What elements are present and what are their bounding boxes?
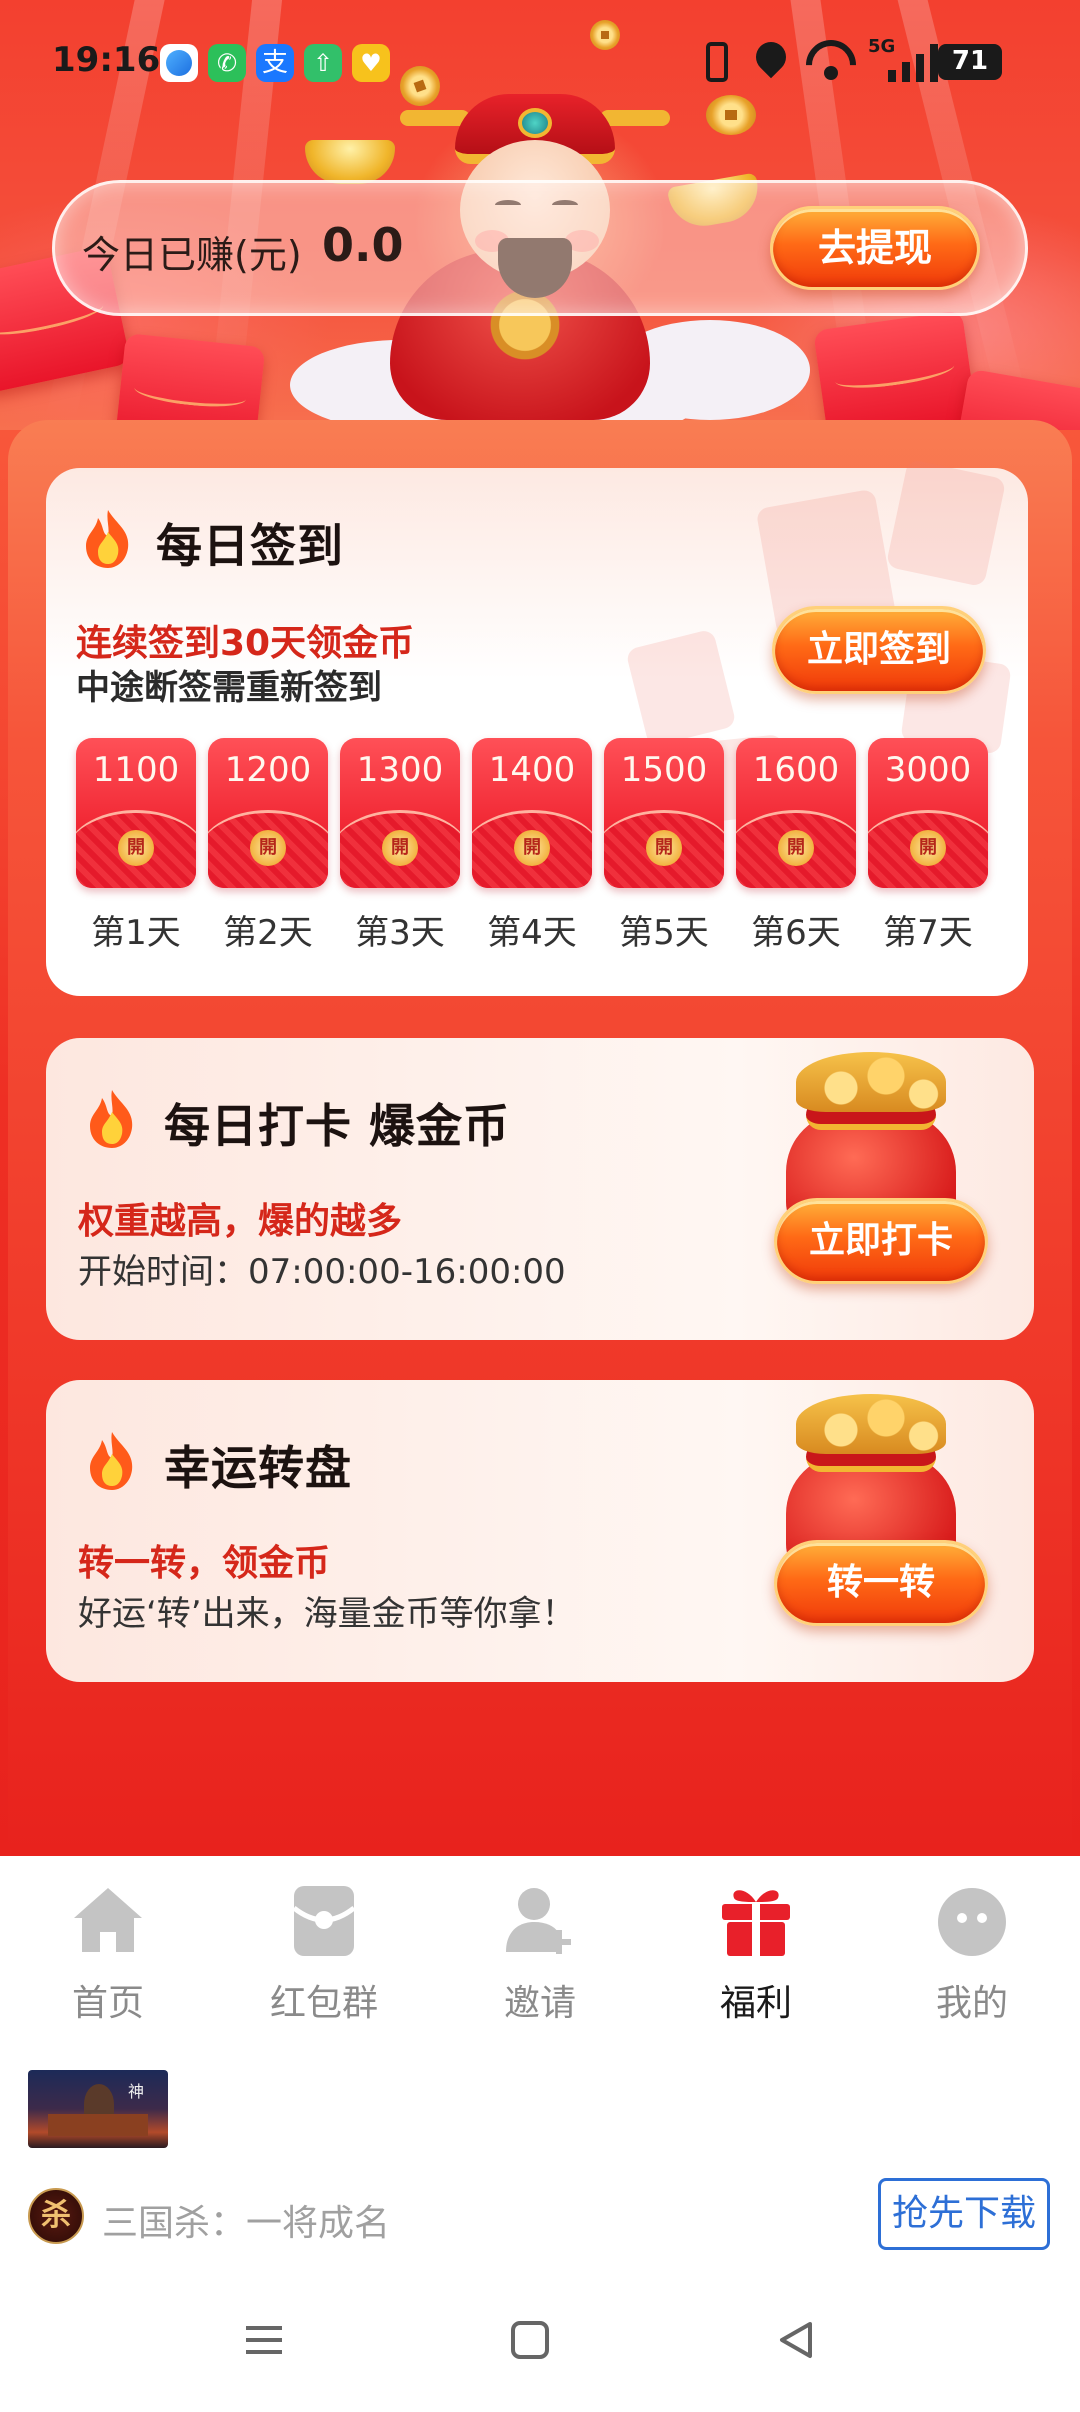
nav-label-home: 首页	[71, 1983, 144, 2024]
daily-signin-note: 中途断签需重新签到	[76, 668, 382, 708]
earnings-value: 0.0	[322, 218, 404, 272]
envelope-seal-icon: 開	[646, 830, 682, 866]
ad-app-avatar: 杀	[28, 2188, 84, 2244]
withdraw-button[interactable]: 去提现	[770, 206, 980, 290]
lucky-wheel-title: 幸运转盘	[164, 1441, 352, 1495]
battery-level: 71	[951, 46, 989, 76]
nav-item-red-packet[interactable]: 红包群	[244, 1880, 404, 2024]
envelope-seal-icon: 開	[910, 830, 946, 866]
status-bar: 19:16 ✆ 支 ⇧ ♥ 5G 71	[0, 0, 1080, 120]
ad-image[interactable]: 神	[28, 2070, 168, 2148]
envelope-seal-icon: 開	[514, 830, 550, 866]
red-packet-icon	[292, 1886, 356, 1956]
location-icon	[749, 35, 793, 79]
earnings-label: 今日已赚(元)	[82, 233, 302, 277]
upload-icon: ⇧	[304, 44, 342, 82]
ad-download-button[interactable]: 抢先下载	[878, 2178, 1050, 2250]
signal-icon	[888, 44, 940, 82]
daily-checkin-time: 开始时间：07:00:00-16:00:00	[78, 1252, 566, 1292]
nav-label-invite: 邀请	[503, 1983, 576, 2024]
daily-signin-subtitle: 连续签到30天领金币	[76, 623, 415, 664]
phone-icon: ✆	[208, 44, 246, 82]
flame-icon	[90, 1432, 133, 1490]
nav-item-invite[interactable]: 邀请	[460, 1880, 620, 2024]
reward-amount: 1200	[224, 750, 312, 790]
envelope-seal-icon: 開	[382, 830, 418, 866]
profile-icon	[938, 1888, 1006, 1956]
reward-day-label: 第3天	[355, 913, 445, 953]
reward-amount: 1600	[752, 750, 840, 790]
battery-icon: 71	[938, 44, 1002, 80]
nav-item-profile[interactable]: 我的	[892, 1880, 1052, 2024]
hero-red-envelope-decor	[114, 332, 266, 430]
reward-day-label: 第6天	[751, 913, 841, 953]
browser-icon	[160, 44, 198, 82]
reward-amount: 3000	[884, 750, 972, 790]
checkin-button[interactable]: 立即打卡	[774, 1198, 988, 1284]
ad-title[interactable]: 三国杀：一将成名	[102, 2194, 390, 2246]
back-icon[interactable]	[766, 2310, 826, 2370]
reward-day-label: 第4天	[487, 913, 577, 953]
home-icon	[74, 1888, 142, 1952]
lucky-wheel-subtitle: 转一转，领金币	[78, 1543, 331, 1584]
heart-app-icon: ♥	[352, 44, 390, 82]
home-square-icon[interactable]	[500, 2310, 560, 2370]
reward-day-label: 第7天	[883, 913, 973, 953]
invite-user-icon	[506, 1888, 571, 1954]
alipay-icon: 支	[256, 44, 294, 82]
nav-label-welfare: 福利	[719, 1983, 792, 2024]
reward-day-label: 第5天	[619, 913, 709, 953]
reward-day-label: 第1天	[91, 913, 181, 953]
vibrate-icon	[706, 42, 728, 82]
hero-red-envelope-decor	[813, 310, 977, 430]
signin-button[interactable]: 立即签到	[772, 606, 986, 694]
envelope-seal-icon: 開	[778, 830, 814, 866]
flame-icon	[90, 1090, 133, 1148]
reward-day-label: 第2天	[223, 913, 313, 953]
lucky-wheel-description: 好运‘转’出来，海量金币等你拿！	[78, 1594, 576, 1634]
envelope-seal-icon: 開	[250, 830, 286, 866]
spin-button[interactable]: 转一转	[774, 1540, 988, 1626]
nav-item-welfare[interactable]: 福利	[676, 1880, 836, 2024]
gift-icon	[722, 1890, 790, 1956]
daily-signin-title: 每日签到	[156, 519, 344, 573]
signin-reward-envelope: 1100 開	[76, 738, 196, 888]
reward-amount: 1400	[488, 750, 576, 790]
reward-amount: 1500	[620, 750, 708, 790]
daily-checkin-title: 每日打卡 爆金币	[164, 1099, 511, 1153]
reward-amount: 1300	[356, 750, 444, 790]
signin-reward-envelope: 1200 開	[208, 738, 328, 888]
daily-checkin-subtitle: 权重越高，爆的越多	[78, 1201, 403, 1242]
nav-item-home[interactable]: 首页	[28, 1880, 188, 2024]
reward-amount: 1100	[92, 750, 180, 790]
nav-label-red-packet: 红包群	[269, 1983, 378, 2024]
flame-icon	[86, 510, 129, 568]
status-time: 19:16	[52, 40, 161, 80]
signin-reward-envelope: 1400 開	[472, 738, 592, 888]
signin-reward-envelope: 1600 開	[736, 738, 856, 888]
signin-reward-envelope: 1500 開	[604, 738, 724, 888]
signin-reward-envelope: 1300 開	[340, 738, 460, 888]
envelope-seal-icon: 開	[118, 830, 154, 866]
menu-icon[interactable]	[234, 2310, 294, 2370]
signin-reward-envelope: 3000 開	[868, 738, 988, 888]
wifi-icon	[806, 40, 856, 80]
nav-label-profile: 我的	[935, 1983, 1008, 2024]
